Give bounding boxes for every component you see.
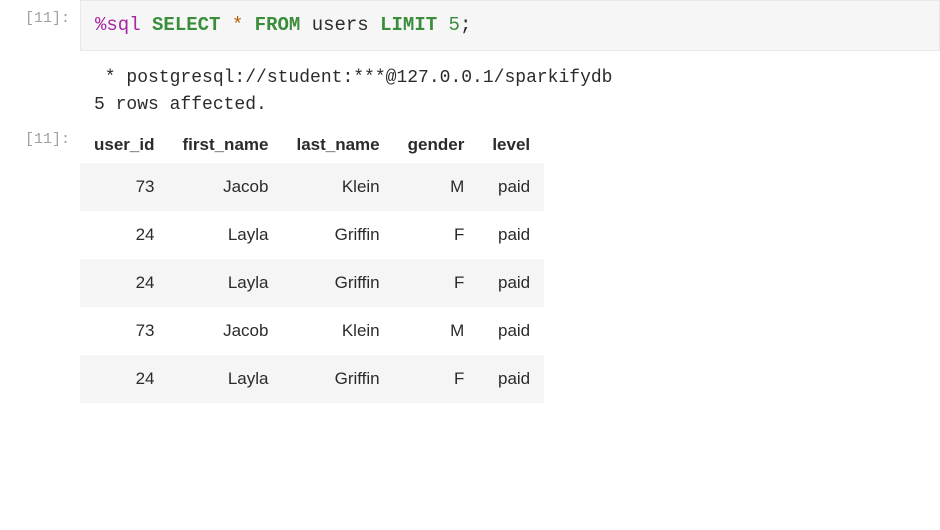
table-cell: 73 xyxy=(80,307,168,355)
table-header: last_name xyxy=(282,127,393,163)
table-cell: Layla xyxy=(168,355,282,403)
result-table: user_id first_name last_name gender leve… xyxy=(80,127,544,403)
stdout-line1: * postgresql://student:***@127.0.0.1/spa… xyxy=(94,68,612,88)
table-cell: M xyxy=(394,163,479,211)
table-row: 24 Layla Griffin F paid xyxy=(80,211,544,259)
stdout-line2: 5 rows affected. xyxy=(94,95,267,115)
from-keyword: FROM xyxy=(255,14,301,36)
table-header: user_id xyxy=(80,127,168,163)
code-input[interactable]: %sql SELECT * FROM users LIMIT 5; xyxy=(80,0,940,51)
table-cell: Jacob xyxy=(168,163,282,211)
table-cell: M xyxy=(394,307,479,355)
table-cell: Klein xyxy=(282,307,393,355)
table-cell: F xyxy=(394,355,479,403)
table-cell: F xyxy=(394,211,479,259)
table-row: 73 Jacob Klein M paid xyxy=(80,307,544,355)
table-cell: F xyxy=(394,259,479,307)
table-header: first_name xyxy=(168,127,282,163)
stdout-row: * postgresql://student:***@127.0.0.1/spa… xyxy=(0,59,940,125)
table-row: 73 Jacob Klein M paid xyxy=(80,163,544,211)
table-cell: 24 xyxy=(80,355,168,403)
table-cell: paid xyxy=(478,211,544,259)
table-cell: Griffin xyxy=(282,211,393,259)
table-cell: 24 xyxy=(80,259,168,307)
limit-keyword: LIMIT xyxy=(380,14,437,36)
limit-number: 5 xyxy=(449,14,460,36)
table-cell: paid xyxy=(478,355,544,403)
table-cell: Griffin xyxy=(282,355,393,403)
table-row: 24 Layla Griffin F paid xyxy=(80,355,544,403)
magic-prefix: % xyxy=(95,14,106,36)
table-cell: 73 xyxy=(80,163,168,211)
table-cell: Layla xyxy=(168,259,282,307)
magic-command: sql xyxy=(106,14,140,36)
output-cell: [11]: user_id first_name last_name gende… xyxy=(0,125,940,403)
table-header-row: user_id first_name last_name gender leve… xyxy=(80,127,544,163)
table-header: gender xyxy=(394,127,479,163)
output-prompt: [11]: xyxy=(0,125,80,148)
table-cell: paid xyxy=(478,163,544,211)
result-table-area: user_id first_name last_name gender leve… xyxy=(80,125,544,403)
table-name: users xyxy=(312,14,369,36)
star-operator: * xyxy=(232,14,243,36)
table-cell: Griffin xyxy=(282,259,393,307)
input-prompt: [11]: xyxy=(0,0,80,27)
table-header: level xyxy=(478,127,544,163)
input-cell: [11]: %sql SELECT * FROM users LIMIT 5; xyxy=(0,0,940,51)
table-cell: paid xyxy=(478,307,544,355)
table-cell: Layla xyxy=(168,211,282,259)
table-cell: 24 xyxy=(80,211,168,259)
table-cell: Jacob xyxy=(168,307,282,355)
select-keyword: SELECT xyxy=(152,14,220,36)
table-row: 24 Layla Griffin F paid xyxy=(80,259,544,307)
table-cell: paid xyxy=(478,259,544,307)
table-cell: Klein xyxy=(282,163,393,211)
semicolon: ; xyxy=(460,14,471,36)
stdout-text: * postgresql://student:***@127.0.0.1/spa… xyxy=(80,59,940,125)
